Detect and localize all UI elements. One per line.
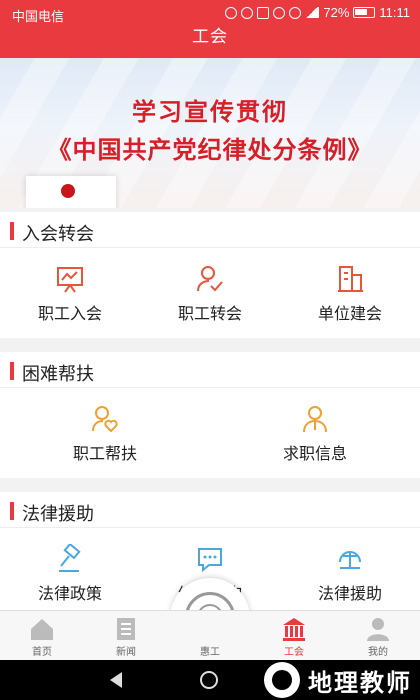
- union-building-icon: [283, 618, 305, 641]
- headset-icon: [225, 6, 238, 19]
- tab-icon-spacer: [168, 617, 252, 641]
- job-info-button[interactable]: 求职信息: [265, 404, 365, 464]
- chart-board-icon: [57, 267, 83, 293]
- tab-profile[interactable]: 我的: [336, 611, 420, 661]
- tab-label: 惠工: [200, 647, 220, 658]
- promo-banner[interactable]: 学习宣传贯彻 《中国共产党纪律处分条例》: [0, 58, 420, 208]
- home-icon: [31, 619, 53, 640]
- legal-aid-icon: [339, 551, 361, 569]
- tab-label: 工会: [284, 647, 304, 658]
- banner-subheading: 《中国共产党纪律处分条例》: [47, 135, 373, 164]
- worker-aid-button[interactable]: 职工帮扶: [55, 404, 155, 464]
- section-title: 困难帮扶: [22, 364, 94, 384]
- user-badge-icon: [303, 406, 327, 433]
- home-circle-icon[interactable]: [200, 671, 218, 689]
- section-header: 法律援助: [0, 492, 420, 528]
- legal-policy-button[interactable]: 法律政策: [20, 544, 120, 604]
- tab-benefits[interactable]: 惠工: [168, 611, 252, 661]
- user-heart-icon: [92, 406, 118, 433]
- section-accent-bar: [10, 362, 14, 380]
- item-label: 职工转会: [177, 306, 242, 323]
- tab-label: 首页: [32, 647, 52, 658]
- location-icon: [241, 6, 254, 19]
- section-accent-bar: [10, 502, 14, 520]
- page-title: 工会: [192, 27, 228, 46]
- bottom-tab-bar: 首页 新闻 惠工 工会 我的: [0, 610, 420, 660]
- section-title: 法律援助: [22, 504, 94, 524]
- legal-aid-button[interactable]: 法律援助: [300, 544, 400, 604]
- section-accent-bar: [10, 222, 14, 240]
- back-icon[interactable]: [110, 672, 122, 688]
- user-check-icon: [197, 266, 223, 292]
- battery-icon: [353, 7, 376, 18]
- status-icons: 72% 11:11: [225, 5, 410, 20]
- watermark: 地理教师: [264, 662, 412, 698]
- profile-icon: [367, 618, 389, 641]
- building-icon: [338, 266, 363, 292]
- wifi-icon: [289, 6, 302, 19]
- tab-label: 我的: [368, 647, 388, 658]
- section-assistance: 困难帮扶 职工帮扶 求职信息: [0, 352, 420, 478]
- tab-label: 新闻: [116, 647, 136, 658]
- item-label: 求职信息: [282, 446, 347, 463]
- system-nav-bar: 地理教师: [0, 660, 420, 700]
- chat-bubble-icon: [198, 548, 222, 573]
- transfer-union-button[interactable]: 职工转会: [160, 264, 260, 324]
- item-label: 职工入会: [37, 306, 102, 323]
- app-header: 中国电信 72% 11:11 工会: [0, 0, 420, 58]
- section-header: 困难帮扶: [0, 352, 420, 388]
- section-header: 入会转会: [0, 212, 420, 248]
- signal-icon: [305, 7, 320, 18]
- tab-news[interactable]: 新闻: [84, 611, 168, 661]
- battery-percent: 72%: [323, 5, 350, 20]
- watermark-logo-icon: [264, 662, 300, 698]
- section-membership: 入会转会 职工入会 职工转会 单位建会: [0, 212, 420, 338]
- vibrate-icon: [257, 6, 270, 19]
- item-label: 单位建会: [317, 306, 382, 323]
- alarm-icon: [273, 6, 286, 19]
- section-title: 入会转会: [22, 224, 94, 244]
- join-union-button[interactable]: 职工入会: [20, 264, 120, 324]
- regulation-book-image: [26, 176, 116, 208]
- party-emblem-icon: [61, 184, 75, 198]
- found-union-button[interactable]: 单位建会: [300, 264, 400, 324]
- banner-heading: 学习宣传贯彻: [132, 97, 288, 126]
- tab-union[interactable]: 工会: [252, 611, 336, 661]
- tab-home[interactable]: 首页: [0, 611, 84, 661]
- gavel-icon: [59, 544, 81, 572]
- clock: 11:11: [379, 5, 410, 20]
- watermark-text: 地理教师: [308, 669, 412, 697]
- item-label: 法律援助: [317, 586, 382, 603]
- news-icon: [117, 618, 135, 640]
- item-label: 职工帮扶: [72, 446, 137, 463]
- item-label: 法律政策: [37, 586, 102, 603]
